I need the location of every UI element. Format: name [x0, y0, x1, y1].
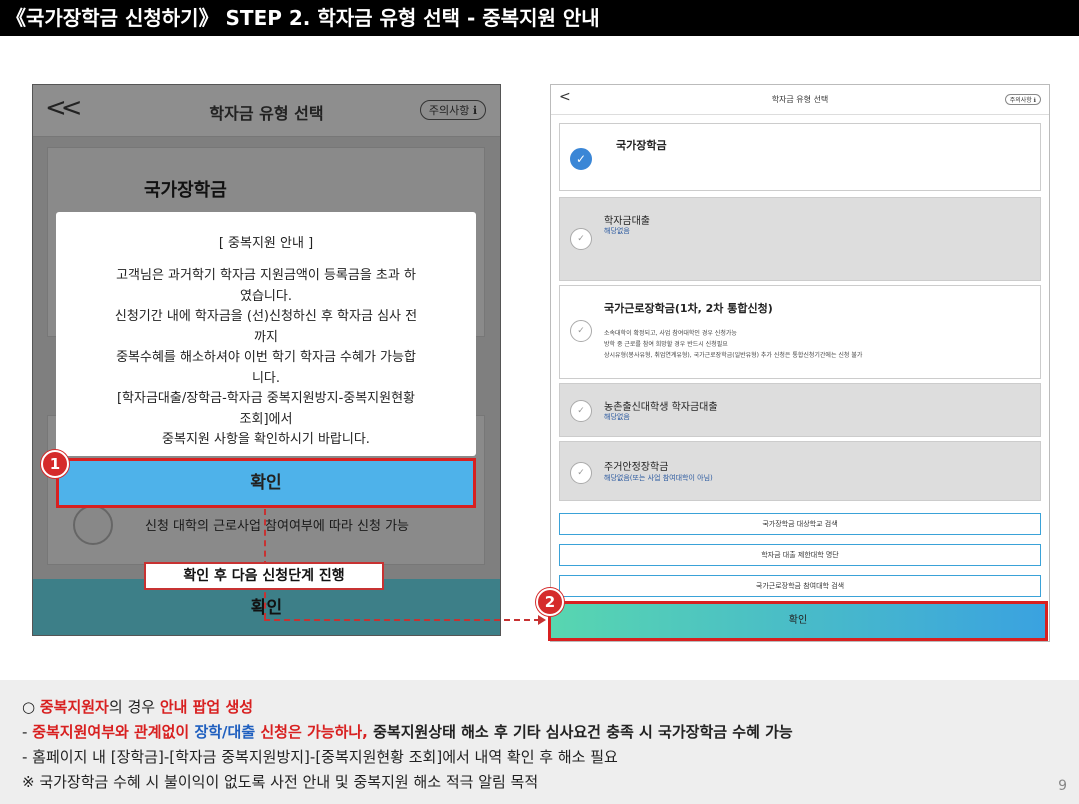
uncheck-icon [73, 505, 113, 545]
card-desc: 소속대학이 확정되고, 사업 참여대학인 경우 신청가능 방학 중 근로를 참여… [604, 328, 862, 361]
card-sub: 해당없음 [604, 413, 630, 421]
checked-icon: ✓ [570, 148, 592, 170]
note-highlight: 중복지원자 [39, 698, 109, 716]
modal-line: 신청기간 내에 학자금을 (선)신청하신 후 학자금 심사 전 [114, 309, 418, 324]
bullet: ○ [22, 698, 40, 716]
modal-line: 니다. [251, 370, 281, 386]
notes-panel: ○ 중복지원자의 경우 안내 팝업 생성 - 중복지원여부와 관계없이 장학/대… [0, 680, 1079, 804]
modal-line: [학자금대출/장학금-학자금 중복지원방지-중복지원현황 [116, 391, 416, 406]
right-phone-screenshot: < 학자금 유형 선택 주의사항 ℹ ✓ 국가장학금 ✓ 학자금대출 해당없음 … [550, 84, 1050, 642]
page-number: 9 [1058, 778, 1067, 794]
card-student-loan[interactable]: ✓ 학자금대출 해당없음 [559, 197, 1041, 281]
card-sub: 해당없음 [604, 227, 630, 235]
duplicate-support-modal: [ 중복지원 안내 ] 고객님은 과거학기 학자금 지원금액이 등록금을 초과 … [56, 212, 476, 456]
card-desc-line: 상시유형(봉사유형, 취업연계유형), 국가근로장학금(일반유형) 추가 신청은… [604, 352, 863, 359]
card-housing-scholarship[interactable]: ✓ 주거안정장학금 해당없음(또는 사업 참여대학이 아님) [559, 441, 1041, 501]
slide: 《국가장학금 신청하기》 STEP 2. 학자금 유형 선택 - 중복지원 안내… [0, 0, 1079, 804]
connector-line [264, 619, 540, 621]
unchecked-icon: ✓ [570, 400, 592, 422]
note-text: - [22, 723, 33, 741]
card-sub: 해당없음(또는 사업 참여대학이 아님) [604, 474, 713, 482]
step-badge-2: 2 [536, 588, 564, 616]
right-confirm-button[interactable]: 확인 [548, 601, 1048, 641]
modal-line: 중복지원 사항을 확인하시기 바랍니다. [162, 432, 370, 447]
note-line-3: - 홈페이지 내 [장학금]-[학자금 중복지원방지]-[중복지원현황 조회]에… [22, 748, 618, 766]
modal-body: 고객님은 과거학기 학자금 지원금액이 등록금을 초과 하 였습니다. 신청기간… [80, 266, 452, 451]
note-text: 의 경우 [108, 698, 160, 716]
modal-line: 까지 [254, 329, 278, 345]
card-title: 농촌출신대학생 학자금대출 [604, 402, 718, 413]
callout-next-step: 확인 후 다음 신청단계 진행 [144, 562, 384, 590]
unchecked-icon: ✓ [570, 462, 592, 484]
note-line-1: ○ 중복지원자의 경우 안내 팝업 생성 [22, 696, 253, 717]
card-work-scholarship[interactable]: ✓ 국가근로장학금(1차, 2차 통합신청) 소속대학이 확정되고, 사업 참여… [559, 285, 1041, 379]
note-highlight: 안내 팝업 생성 [159, 698, 254, 716]
slide-title: 《국가장학금 신청하기》 STEP 2. 학자금 유형 선택 - 중복지원 안내 [0, 0, 1079, 36]
link-loan-restricted-list[interactable]: 학자금 대출 제한대학 명단 [559, 544, 1041, 566]
card-title: 국가장학금 [616, 139, 667, 152]
note-highlight: 신청은 가능하나, [255, 723, 374, 741]
card-national-scholarship[interactable]: ✓ 국가장학금 [559, 123, 1041, 191]
left-header: << 학자금 유형 선택 주의사항 ℹ [33, 85, 500, 137]
modal-line: 고객님은 과거학기 학자금 지원금액이 등록금을 초과 하 [116, 268, 416, 283]
card-rural-loan[interactable]: ✓ 농촌출신대학생 학자금대출 해당없음 [559, 383, 1041, 437]
note-text: 중복지원상태 해소 후 기타 심사요건 충족 시 국가장학금 수혜 가능 [373, 723, 793, 741]
card-desc-line: 소속대학이 확정되고, 사업 참여대학인 경우 신청가능 [604, 330, 737, 337]
link-work-participating-search[interactable]: 국가근로장학금 참여대학 검색 [559, 575, 1041, 597]
modal-line: 조회]에서 [239, 411, 293, 427]
unchecked-icon: ✓ [570, 320, 592, 342]
left-footer-label: 확인 [250, 598, 283, 618]
card-title: 학자금대출 [604, 216, 650, 227]
modal-line: 중복수혜를 해소하셔야 이번 학기 학자금 수혜가 가능합 [116, 350, 416, 365]
unchecked-icon: ✓ [570, 228, 592, 250]
note-highlight: 중복지원여부와 관계없이 [32, 723, 195, 741]
left-card-title: 국가장학금 [144, 180, 227, 201]
note-line-4: ※ 국가장학금 수혜 시 불이익이 없도록 사전 안내 및 중복지원 해소 적극… [22, 773, 539, 791]
modal-line: 였습니다. [240, 288, 292, 304]
modal-confirm-button[interactable]: 확인 [56, 458, 476, 508]
left-card-desc: 신청 대학의 근로사업 참여여부에 따라 신청 가능 [145, 519, 409, 534]
card-desc-line: 방학 중 근로를 참여 희망할 경우 반드시 신청필요 [604, 341, 728, 348]
right-header-title: 학자금 유형 선택 [771, 95, 829, 104]
right-header: < 학자금 유형 선택 주의사항 ℹ [551, 85, 1049, 115]
note-highlight: 장학/대출 [194, 723, 256, 741]
note-line-2: - 중복지원여부와 관계없이 장학/대출 신청은 가능하나, 중복지원상태 해소… [22, 721, 793, 742]
link-target-school-search[interactable]: 국가장학금 대상학교 검색 [559, 513, 1041, 535]
notice-button[interactable]: 주의사항 ℹ [419, 100, 486, 120]
notice-button[interactable]: 주의사항 ℹ [1004, 94, 1041, 105]
arrow-icon [538, 615, 546, 625]
step-badge-1: 1 [41, 450, 69, 478]
modal-title: [ 중복지원 안내 ] [218, 236, 314, 251]
card-title: 주거안정장학금 [604, 462, 669, 473]
card-title: 국가근로장학금(1차, 2차 통합신청) [604, 302, 773, 315]
